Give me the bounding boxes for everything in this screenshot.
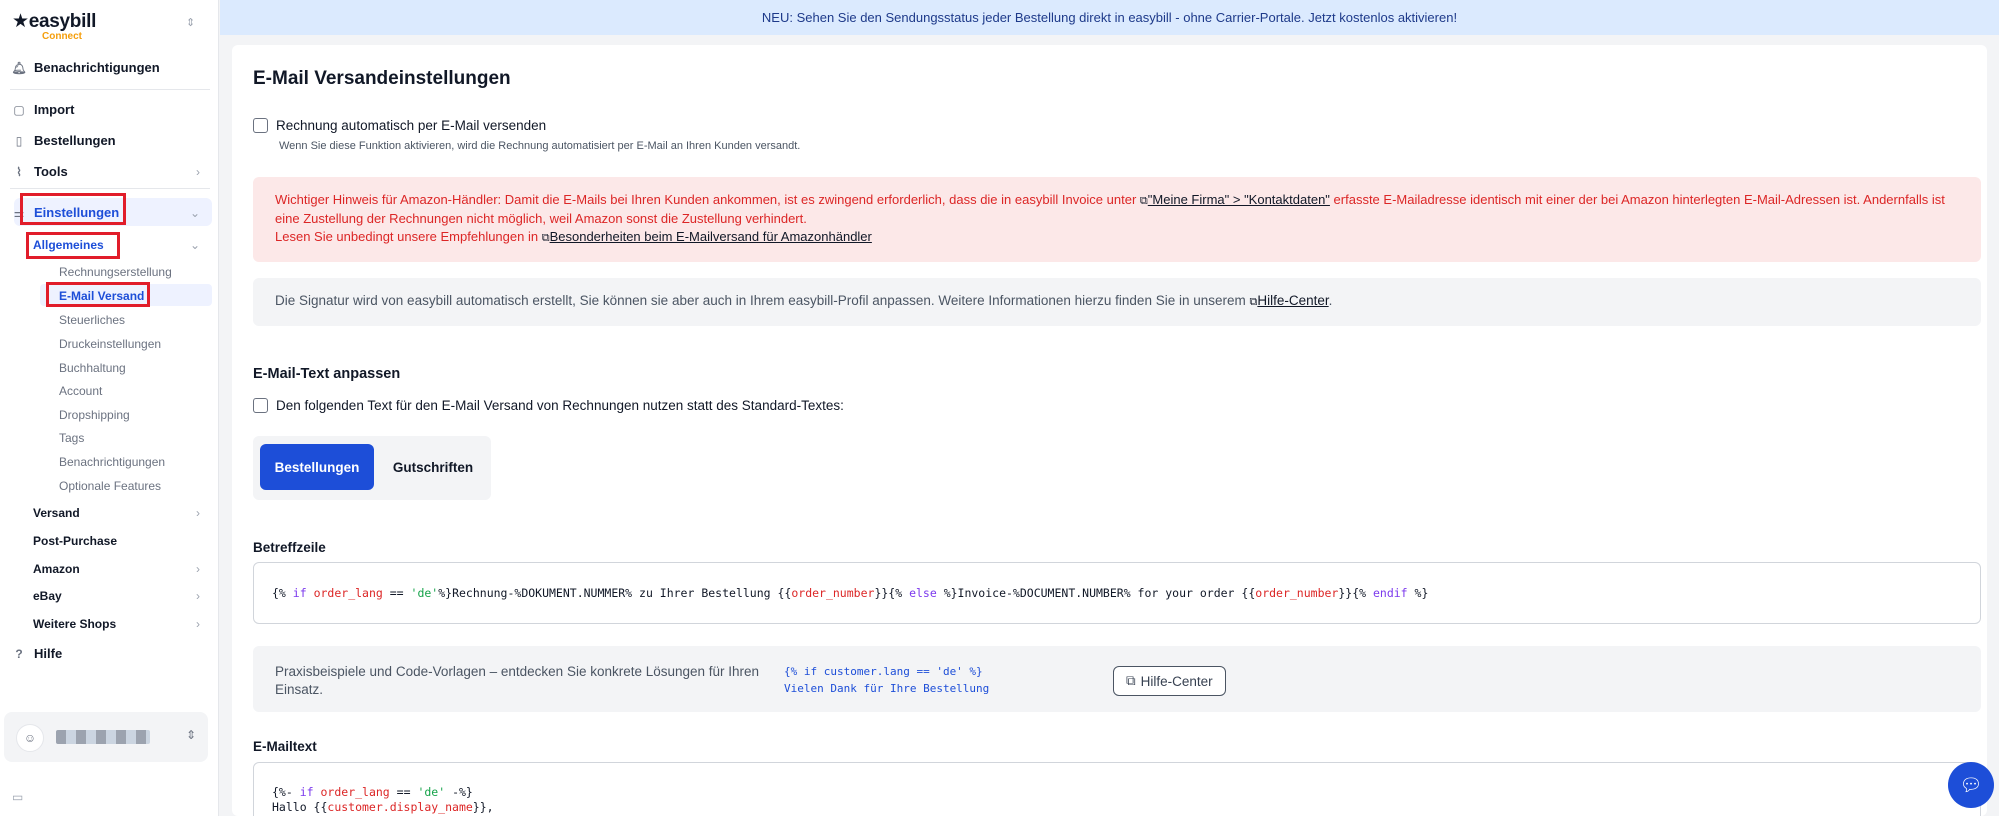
help-center-link[interactable]: Hilfe-Center <box>1257 293 1328 308</box>
tips-code-sample: {% if customer.lang == 'de' %} Vielen Da… <box>784 663 989 697</box>
announcement-banner[interactable]: NEU: Sehen Sie den Sendungsstatus jeder … <box>220 0 1999 35</box>
divider <box>10 188 210 189</box>
tips-code-line: {% if customer.lang == 'de' %} <box>784 665 983 678</box>
highlight-box <box>46 282 150 307</box>
user-menu[interactable]: ☺ ⇕ <box>4 712 208 762</box>
sidebar-subitem-account[interactable]: Account <box>59 384 102 398</box>
sidebar-subitem-dropshipping[interactable]: Dropshipping <box>59 408 130 422</box>
sidebar-subitem-notifications[interactable]: Benachrichtigungen <box>59 455 165 469</box>
info-text: Die Signatur wird von easybill automatis… <box>275 293 1246 308</box>
collapse-sidebar-icon[interactable]: ▭ <box>12 790 23 804</box>
sidebar-item-import[interactable]: ▢ Import <box>12 102 74 117</box>
highlight-box <box>20 193 126 225</box>
help-circle-icon: ? <box>15 646 23 661</box>
sidebar-item-tools[interactable]: ⌇ Tools <box>12 164 207 179</box>
highlight-box <box>26 232 120 259</box>
tab-orders[interactable]: Bestellungen <box>260 444 374 490</box>
sidebar-item-notifications[interactable]: 🔔︎ Benachrichtigungen <box>11 60 160 75</box>
sidebar-item-orders[interactable]: ▯ Bestellungen <box>12 133 116 148</box>
switch-app-icon[interactable]: ⇕ <box>186 16 195 29</box>
external-link-icon: ⧉ <box>1126 673 1136 688</box>
sidebar-subitem-optional-features[interactable]: Optionale Features <box>59 479 161 493</box>
sidebar-item-label: Bestellungen <box>34 133 116 148</box>
sidebar-item-label: Import <box>34 102 75 117</box>
subject-input[interactable]: {% if order_lang == 'de'%}Rechnung-%DOKU… <box>253 562 1981 624</box>
sidebar-item-label: Tools <box>34 164 68 179</box>
chevron-right-icon[interactable]: › <box>196 589 200 603</box>
help-center-button[interactable]: ⧉ Hilfe-Center <box>1113 666 1226 696</box>
custom-text-label: Den folgenden Text für den E-Mail Versan… <box>276 398 844 413</box>
section-title: E-Mail-Text anpassen <box>253 366 401 382</box>
sidebar-item-label: Benachrichtigungen <box>34 60 160 75</box>
sidebar-subitem-tax[interactable]: Steuerliches <box>59 313 125 327</box>
auto-send-checkbox[interactable] <box>253 118 268 133</box>
chevron-down-icon[interactable]: ⌄ <box>190 206 200 220</box>
banner-text: NEU: Sehen Sie den Sendungsstatus jeder … <box>761 10 1458 25</box>
auto-send-hint: Wenn Sie diese Funktion aktivieren, wird… <box>279 140 801 152</box>
book-icon: ▯ <box>15 133 23 148</box>
paperclip-icon: ⌇ <box>16 164 22 179</box>
auto-send-label: Rechnung automatisch per E-Mail versende… <box>276 118 547 133</box>
amazon-email-tips-link[interactable]: Besonderheiten beim E-Mailversand für Am… <box>550 229 872 244</box>
external-link-icon: ⧉ <box>541 232 550 244</box>
tips-code-line: Vielen Dank für Ihre Bestellung <box>784 682 990 695</box>
bell-icon: 🔔︎ <box>11 60 27 75</box>
document-type-tabs: Bestellungen Gutschriften <box>253 436 491 500</box>
file-import-icon: ▢ <box>13 102 25 117</box>
page-title: E-Mail Versandeinstellungen <box>253 68 511 89</box>
chevron-down-icon[interactable]: ⌄ <box>190 238 200 252</box>
contact-data-link[interactable]: "Meine Firma" > "Kontaktdaten" <box>1148 192 1330 207</box>
alert-text: Wichtiger Hinweis für Amazon-Händler: Da… <box>275 192 1137 207</box>
star-icon: ★ <box>12 11 29 32</box>
auto-send-checkbox-row[interactable]: Rechnung automatisch per E-Mail versende… <box>253 118 546 133</box>
custom-text-checkbox[interactable] <box>253 398 268 413</box>
sidebar-subitem-accounting[interactable]: Buchhaltung <box>59 361 126 375</box>
chevron-right-icon[interactable]: › <box>196 617 200 631</box>
divider <box>10 89 210 90</box>
mail-text-label: E-Mailtext <box>253 739 317 754</box>
tab-credit-notes[interactable]: Gutschriften <box>381 444 485 490</box>
help-center-button-label: Hilfe-Center <box>1140 673 1213 689</box>
sidebar-item-label: Hilfe <box>34 646 63 661</box>
sidebar-subitem-invoice-creation[interactable]: Rechnungserstellung <box>59 265 172 279</box>
sidebar-item-post-purchase[interactable]: Post-Purchase <box>33 534 117 548</box>
user-name-redacted <box>56 730 150 744</box>
chevron-right-icon[interactable]: › <box>196 506 200 520</box>
sidebar-item-more-shops[interactable]: Weitere Shops <box>33 617 116 631</box>
chevron-right-icon[interactable]: › <box>196 165 200 179</box>
sidebar-subitem-tags[interactable]: Tags <box>59 431 84 445</box>
signature-info: Die Signatur wird von easybill automatis… <box>253 278 1981 326</box>
custom-text-checkbox-row[interactable]: Den folgenden Text für den E-Mail Versan… <box>253 398 844 413</box>
amazon-warning-alert: Wichtiger Hinweis für Amazon-Händler: Da… <box>253 177 1981 262</box>
tips-text: Praxisbeispiele und Code-Vorlagen – entd… <box>275 664 760 697</box>
external-link-icon: ⧉ <box>1139 195 1148 207</box>
brand-name: easybill <box>28 11 97 32</box>
logo[interactable]: ★easybill Connect <box>12 10 96 42</box>
sidebar: ★easybill Connect ⇕ 🔔︎ Benachrichtigunge… <box>0 0 219 816</box>
subject-label: Betreffzeile <box>253 540 326 555</box>
alert-text: Lesen Sie unbedingt unsere Empfehlungen … <box>275 229 539 244</box>
sidebar-item-amazon[interactable]: Amazon <box>33 562 80 576</box>
sidebar-item-shipping[interactable]: Versand <box>33 506 80 520</box>
chat-icon[interactable]: 💬︎ <box>1948 762 1994 808</box>
mail-text-editor[interactable]: {%- if order_lang == 'de' -%} Hallo {{cu… <box>253 762 1981 816</box>
sidebar-subitem-print[interactable]: Druckeinstellungen <box>59 337 161 351</box>
chevron-updown-icon: ⇕ <box>186 728 197 742</box>
sidebar-item-ebay[interactable]: eBay <box>33 589 62 603</box>
sidebar-item-help[interactable]: ? Hilfe <box>12 646 62 661</box>
code-examples-panel: Praxisbeispiele und Code-Vorlagen – entd… <box>253 646 1981 712</box>
user-icon: ☺ <box>16 724 44 752</box>
chevron-right-icon[interactable]: › <box>196 562 200 576</box>
